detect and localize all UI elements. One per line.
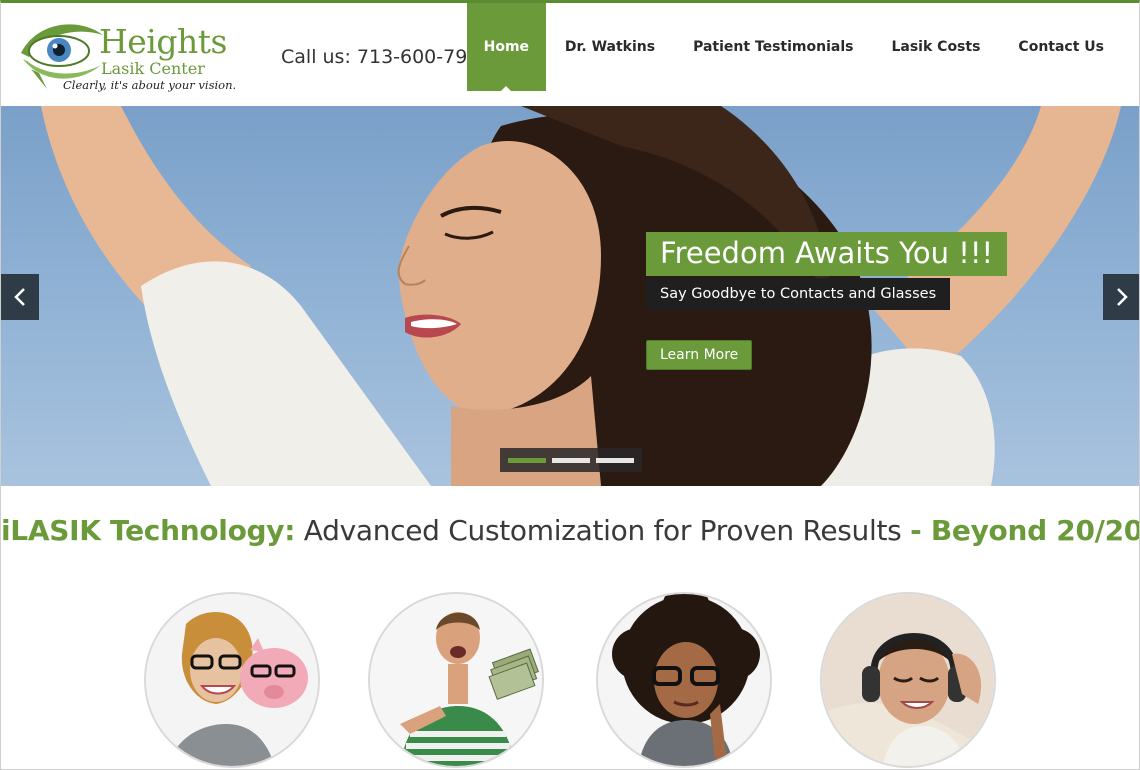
nav-item-dr-watkins[interactable]: Dr. Watkins (546, 3, 674, 91)
section-tagline: iLASIK Technology: Advanced Customizatio… (1, 514, 1140, 547)
learn-more-button[interactable]: Learn More (646, 340, 753, 370)
chevron-left-icon (14, 288, 25, 306)
slider-next-button[interactable] (1103, 274, 1139, 320)
slider-dot-2[interactable] (552, 457, 590, 463)
feature-circle-savings[interactable] (144, 592, 320, 768)
slider-prev-button[interactable] (1, 274, 39, 320)
feature-circle-decision[interactable] (596, 592, 772, 768)
slider-dot-3[interactable] (596, 457, 634, 463)
hero-woman-image (41, 106, 1121, 486)
slider-dot-1[interactable] (508, 457, 546, 463)
nav-item-home[interactable]: Home (466, 3, 546, 92)
logo-subtitle: Lasik Center (101, 59, 205, 78)
woman-thinking-image (598, 594, 770, 766)
man-holding-cash-image (370, 594, 542, 766)
feature-circle-cost[interactable] (368, 592, 544, 768)
page-frame: Heights Lasik Center Clearly, it's about… (0, 0, 1140, 770)
nav-item-patient-testimonials[interactable]: Patient Testimonials (674, 3, 872, 91)
tagline-technology: iLASIK Technology: (1, 514, 296, 547)
slider-pagination (500, 448, 642, 472)
chevron-right-icon (1117, 288, 1128, 306)
site-logo[interactable]: Heights Lasik Center Clearly, it's about… (17, 13, 247, 99)
feature-circle-comfort[interactable] (820, 592, 996, 768)
man-headphones-image (822, 594, 994, 766)
site-header: Heights Lasik Center Clearly, it's about… (1, 3, 1139, 106)
logo-tagline: Clearly, it's about your vision. (63, 78, 237, 92)
phone-number[interactable]: Call us: 713-600-7900 (281, 46, 491, 68)
hero-slider: Freedom Awaits You !!! Say Goodbye to Co… (1, 106, 1139, 486)
tagline-beyond: - Beyond 20/20 (910, 514, 1140, 547)
main-nav: Home Dr. Watkins Patient Testimonials La… (466, 3, 1123, 92)
nav-item-contact-us[interactable]: Contact Us (999, 3, 1123, 91)
woman-piggy-bank-image (146, 594, 318, 766)
nav-item-lasik-costs[interactable]: Lasik Costs (872, 3, 999, 91)
hero-caption-subtitle: Say Goodbye to Contacts and Glasses (646, 278, 951, 310)
hero-caption-title: Freedom Awaits You !!! (646, 232, 1008, 276)
tagline-description: Advanced Customization for Proven Result… (295, 514, 911, 547)
logo-title: Heights (99, 22, 227, 61)
